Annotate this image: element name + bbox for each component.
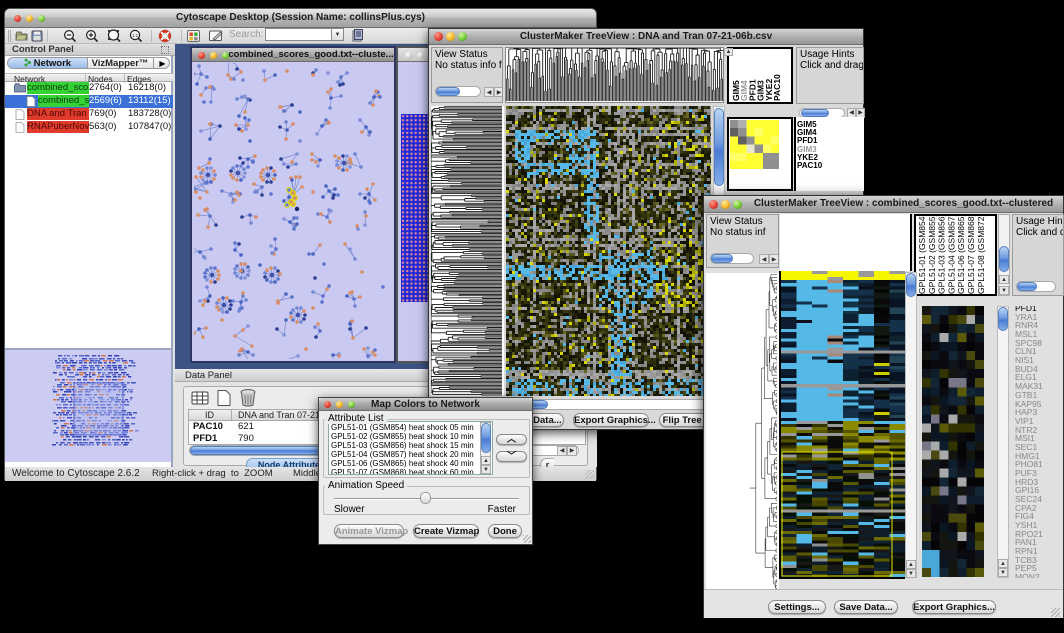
svg-text:GPL51-08 (GSM872): GPL51-08 (GSM872) bbox=[976, 216, 986, 294]
svg-text:GPL51-06 (GSM865): GPL51-06 (GSM865) bbox=[956, 216, 966, 294]
svg-text:GPL51-01 (GSM854): GPL51-01 (GSM854) bbox=[917, 216, 927, 294]
svg-text:GPL51-02 (GSM855): GPL51-02 (GSM855) bbox=[927, 216, 937, 294]
svg-text:GPL51-04 (GSM857): GPL51-04 (GSM857) bbox=[946, 216, 956, 294]
svg-text:GPL51-03 (GSM856): GPL51-03 (GSM856) bbox=[937, 216, 947, 294]
svg-text:GPL51-07 (GSM868): GPL51-07 (GSM868) bbox=[966, 216, 976, 294]
svg-text:PAC10: PAC10 bbox=[772, 74, 782, 101]
svg-text:1:1: 1:1 bbox=[132, 33, 139, 38]
